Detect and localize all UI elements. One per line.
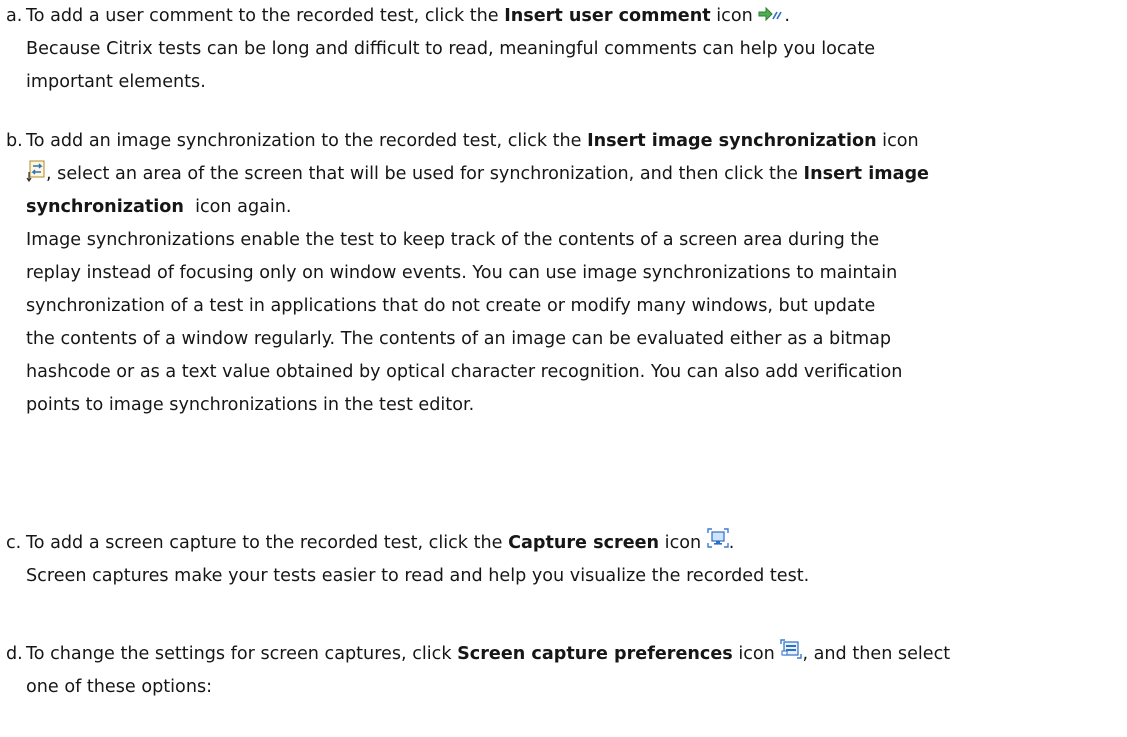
- step-d-line-1: d. To change the settings for screen capt…: [6, 638, 1116, 671]
- screen-capture-preferences-icon: [780, 639, 803, 659]
- step-a-text: To add a user comment to the recorded te…: [26, 6, 505, 26]
- insert-image-sync-label: Insert image synchronization: [587, 131, 877, 151]
- step-a-desc-line-2: important elements.: [26, 72, 206, 92]
- step-c-icon-word: icon: [659, 533, 702, 553]
- step-b-desc-line-6: points to image synchronizations in the …: [26, 395, 475, 415]
- step-c-description: Screen captures make your tests easier t…: [6, 560, 1116, 593]
- step-b-desc-line-5: hashcode or as a text value obtained by …: [26, 362, 903, 382]
- step-b-desc-line-3: synchronization of a test in application…: [26, 296, 876, 316]
- step-c-marker: c.: [6, 533, 22, 553]
- step-b-line-1: b. To add an image synchronization to the…: [6, 125, 1116, 158]
- step-a-marker: a.: [6, 6, 23, 26]
- step-d: d. To change the settings for screen capt…: [6, 638, 1116, 704]
- step-b-line-3-text: icon again.: [183, 197, 292, 217]
- document-page: a. To add a user comment to the recorded …: [0, 0, 1127, 737]
- step-c: c. To add a screen capture to the recorde…: [6, 527, 1116, 593]
- step-a-description: Because Citrix tests can be long and dif…: [6, 33, 1116, 99]
- step-c-text: To add a screen capture to the recorded …: [26, 533, 509, 553]
- step-a-icon-word: icon: [710, 6, 753, 26]
- step-b-desc-line-2: replay instead of focusing only on windo…: [26, 263, 898, 283]
- step-d-description: one of these options:: [6, 671, 1116, 704]
- step-b-desc-line-1: Image synchronizations enable the test t…: [26, 230, 880, 250]
- step-b-line-3: synchronization icon again.: [6, 191, 1116, 224]
- step-b-marker: b.: [6, 131, 23, 151]
- step-a-line-1: a. To add a user comment to the recorded …: [6, 0, 1116, 33]
- step-d-marker: d.: [6, 644, 23, 664]
- capture-screen-label: Capture screen: [508, 533, 660, 553]
- insert-image-label: Insert image: [803, 164, 929, 184]
- step-d-end: , and then select: [802, 644, 951, 664]
- step-b-description: Image synchronizations enable the test t…: [6, 224, 1116, 422]
- step-c-line-1: c. To add a screen capture to the recorde…: [6, 527, 1116, 560]
- capture-screen-icon: [707, 528, 729, 548]
- step-a-end: .: [784, 6, 790, 26]
- step-b-icon-word: icon: [876, 131, 919, 151]
- step-b-line-2-text: , select an area of the screen that will…: [46, 164, 804, 184]
- insert-user-comment-icon: [758, 6, 784, 22]
- step-c-end: .: [728, 533, 735, 553]
- insert-image-synchronization-icon: [26, 160, 46, 182]
- insert-user-comment-label: Insert user comment: [504, 6, 711, 26]
- screen-capture-preferences-label: Screen capture preferences: [457, 644, 733, 664]
- step-a-desc-line-1: Because Citrix tests can be long and dif…: [26, 39, 876, 59]
- step-b: b. To add an image synchronization to the…: [6, 125, 1116, 422]
- step-d-icon-word: icon: [732, 644, 775, 664]
- step-b-desc-line-4: the contents of a window regularly. The …: [26, 329, 892, 349]
- step-c-desc-line-1: Screen captures make your tests easier t…: [26, 566, 810, 586]
- step-d-text: To change the settings for screen captur…: [26, 644, 458, 664]
- step-a: a. To add a user comment to the recorded …: [6, 0, 1116, 99]
- synchronization-label: synchronization: [26, 197, 184, 217]
- step-b-line-2: , select an area of the screen that will…: [6, 158, 1116, 191]
- step-b-text: To add an image synchronization to the r…: [26, 131, 588, 151]
- step-d-desc-line-1: one of these options:: [26, 677, 213, 697]
